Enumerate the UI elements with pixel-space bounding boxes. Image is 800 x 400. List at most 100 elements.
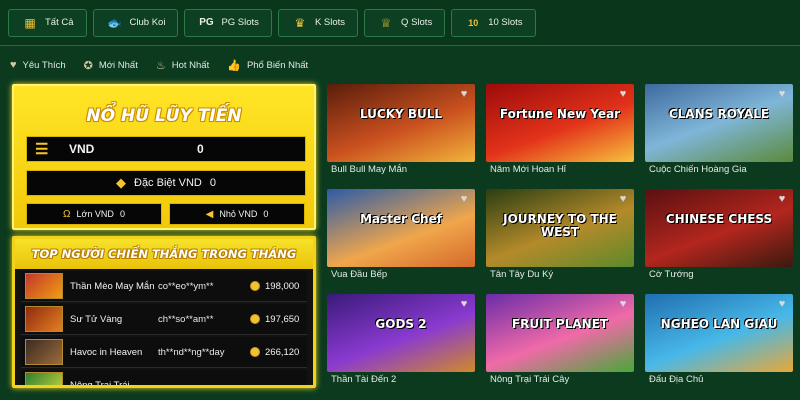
game-logo: JOURNEY TO THE WEST	[503, 212, 617, 239]
heart-icon: ♥	[10, 59, 17, 71]
game-card[interactable]: JOURNEY TO THE WEST ♥ Tân Tây Du Ký	[486, 189, 634, 286]
tab-label: 10 Slots	[488, 17, 523, 28]
game-thumbnail: JOURNEY TO THE WEST	[486, 189, 634, 267]
category-tabs: ▦ Tất Cả 🐟 Club Koi PG PG Slots ♛ K Slot…	[0, 0, 800, 46]
diamond-icon: ◆	[116, 175, 126, 190]
coin-icon	[250, 314, 260, 324]
game-thumbnail: Fortune New Year	[486, 84, 634, 162]
jackpot-special: ◆ Đặc Biệt VND 0	[26, 170, 306, 196]
heart-icon[interactable]: ♥	[617, 193, 629, 205]
game-card[interactable]: Master Chef ♥ Vua Đầu Bếp	[327, 189, 475, 286]
jackpot-special-label: Đặc Biệt VND	[134, 177, 202, 189]
tab-label: PG Slots	[221, 17, 259, 28]
coin-icon	[250, 281, 260, 291]
game-thumbnail	[25, 372, 63, 385]
game-name: Tân Tây Du Ký	[490, 269, 554, 280]
tab-k-slots[interactable]: ♛ K Slots	[277, 8, 359, 37]
game-logo: NGHEO LAN GIAU	[660, 317, 778, 331]
game-card[interactable]: NGHEO LAN GIAU ♥ Đấu Địa Chủ	[645, 294, 793, 391]
filter-popular[interactable]: 👍 Phổ Biến Nhất	[227, 59, 308, 72]
winner-row[interactable]: Nông Trại Trái	[21, 370, 307, 388]
winner-user: co**eo**ym**	[158, 280, 214, 292]
game-logo: CHINESE CHESS	[665, 212, 773, 226]
game-thumbnail	[25, 273, 63, 299]
game-logo: GODS 2	[375, 317, 427, 331]
filter-bar: ♥ Yêu Thích ✪ Mới Nhất ♨ Hot Nhất 👍 Phổ …	[0, 54, 800, 76]
game-name: Đấu Địa Chủ	[649, 374, 704, 385]
game-name: Cờ Tướng	[649, 269, 694, 280]
filter-favorites[interactable]: ♥ Yêu Thích	[10, 59, 66, 71]
tab-label: Club Koi	[129, 17, 166, 28]
jackpot-large-label: Lớn VND	[76, 209, 114, 219]
game-logo: Fortune New Year	[499, 107, 621, 121]
monthly-winners-panel: TOP NGƯỜI CHIẾN THẮNG TRONG THÁNG Thần M…	[12, 236, 316, 388]
heart-icon[interactable]: ♥	[776, 193, 788, 205]
game-thumbnail	[25, 339, 63, 365]
filter-label: Hot Nhất	[171, 59, 210, 71]
tab-label: Tất Cả	[45, 17, 74, 28]
game-card[interactable]: CHINESE CHESS ♥ Cờ Tướng	[645, 189, 793, 286]
jackpot-amount: 0	[197, 142, 204, 156]
jackpot-special-amount: 0	[209, 177, 216, 189]
progressive-jackpot-panel: NỔ HŨ LŨY TIẾN ☰ VND 0 ◆ Đặc Biệt VND 0 …	[12, 84, 316, 230]
tab-label: K Slots	[314, 17, 346, 28]
flame-icon: ♨	[155, 59, 166, 72]
crown-small-icon: ♕	[380, 15, 392, 30]
jackpot-large-amount: 0	[119, 209, 125, 219]
winner-row[interactable]: Thần Mèo May Mắn co**eo**ym** 198,000	[21, 271, 307, 302]
game-card[interactable]: GODS 2 ♥ Thần Tài Đến 2	[327, 294, 475, 391]
jackpot-small-label: Nhỏ VND	[219, 209, 258, 219]
jackpot-total: ☰ VND 0	[26, 136, 306, 162]
tab-10-slots[interactable]: 10 10 Slots	[451, 8, 536, 37]
heart-icon[interactable]: ♥	[617, 298, 629, 310]
game-logo: LUCKY BULL	[359, 107, 443, 121]
winner-game: Sư Tử Vàng	[70, 313, 123, 325]
coin-icon	[250, 347, 260, 357]
game-thumbnail: GODS 2	[327, 294, 475, 372]
heart-icon[interactable]: ♥	[776, 88, 788, 100]
game-thumbnail: CHINESE CHESS	[645, 189, 793, 267]
game-card[interactable]: Fortune New Year ♥ Năm Mới Hoan Hỉ	[486, 84, 634, 181]
game-logo: CLANS ROYALE	[668, 107, 770, 121]
winner-row[interactable]: Havoc in Heaven th**nd**ng**day 266,120	[21, 337, 307, 368]
game-name: Cuộc Chiến Hoàng Gia	[649, 164, 747, 175]
winner-user: th**nd**ng**day	[158, 346, 225, 358]
heart-icon[interactable]: ♥	[458, 193, 470, 205]
game-card[interactable]: CLANS ROYALE ♥ Cuộc Chiến Hoàng Gia	[645, 84, 793, 181]
winner-game: Thần Mèo May Mắn	[70, 280, 155, 292]
ten-badge-icon: 10	[468, 17, 479, 28]
winner-user: ch**so**am**	[158, 313, 214, 325]
tab-all[interactable]: ▦ Tất Cả	[8, 8, 87, 37]
grid-icon: ▦	[24, 15, 36, 30]
game-logo: Master Chef	[360, 212, 442, 226]
game-name: Bull Bull May Mắn	[331, 164, 408, 175]
game-thumbnail: CLANS ROYALE	[645, 84, 793, 162]
filter-hottest[interactable]: ♨ Hot Nhất	[156, 59, 209, 72]
jackpot-currency: VND	[69, 142, 95, 156]
game-thumbnail	[25, 306, 63, 332]
pg-logo-icon: PG	[199, 17, 214, 28]
winner-amount: 266,120	[265, 346, 300, 358]
game-thumbnail: NGHEO LAN GIAU	[645, 294, 793, 372]
winner-row[interactable]: Sư Tử Vàng ch**so**am** 197,650	[21, 304, 307, 335]
game-card[interactable]: LUCKY BULL ♥ Bull Bull May Mắn	[327, 84, 475, 181]
thumbs-up-icon: 👍	[227, 59, 241, 72]
game-name: Vua Đầu Bếp	[331, 269, 388, 280]
medal-icon: ✪	[83, 59, 93, 72]
heart-icon[interactable]: ♥	[458, 298, 470, 310]
game-thumbnail: LUCKY BULL	[327, 84, 475, 162]
tab-pg-slots[interactable]: PG PG Slots	[184, 8, 272, 37]
game-name: Thần Tài Đến 2	[331, 374, 397, 385]
tab-label: Q Slots	[401, 17, 433, 28]
heart-icon[interactable]: ♥	[458, 88, 470, 100]
winner-game: Nông Trại Trái	[70, 379, 130, 388]
heart-icon[interactable]: ♥	[776, 298, 788, 310]
game-card[interactable]: FRUIT PLANET ♥ Nông Trại Trái Cây	[486, 294, 634, 391]
tab-club-koi[interactable]: 🐟 Club Koi	[92, 8, 179, 37]
game-thumbnail: FRUIT PLANET	[486, 294, 634, 372]
heart-icon[interactable]: ♥	[617, 88, 629, 100]
filter-label: Mới Nhất	[98, 59, 138, 71]
tab-q-slots[interactable]: ♕ Q Slots	[364, 8, 446, 37]
filter-newest[interactable]: ✪ Mới Nhất	[84, 59, 138, 72]
jackpot-title: NỔ HŨ LŨY TIẾN	[86, 106, 242, 126]
